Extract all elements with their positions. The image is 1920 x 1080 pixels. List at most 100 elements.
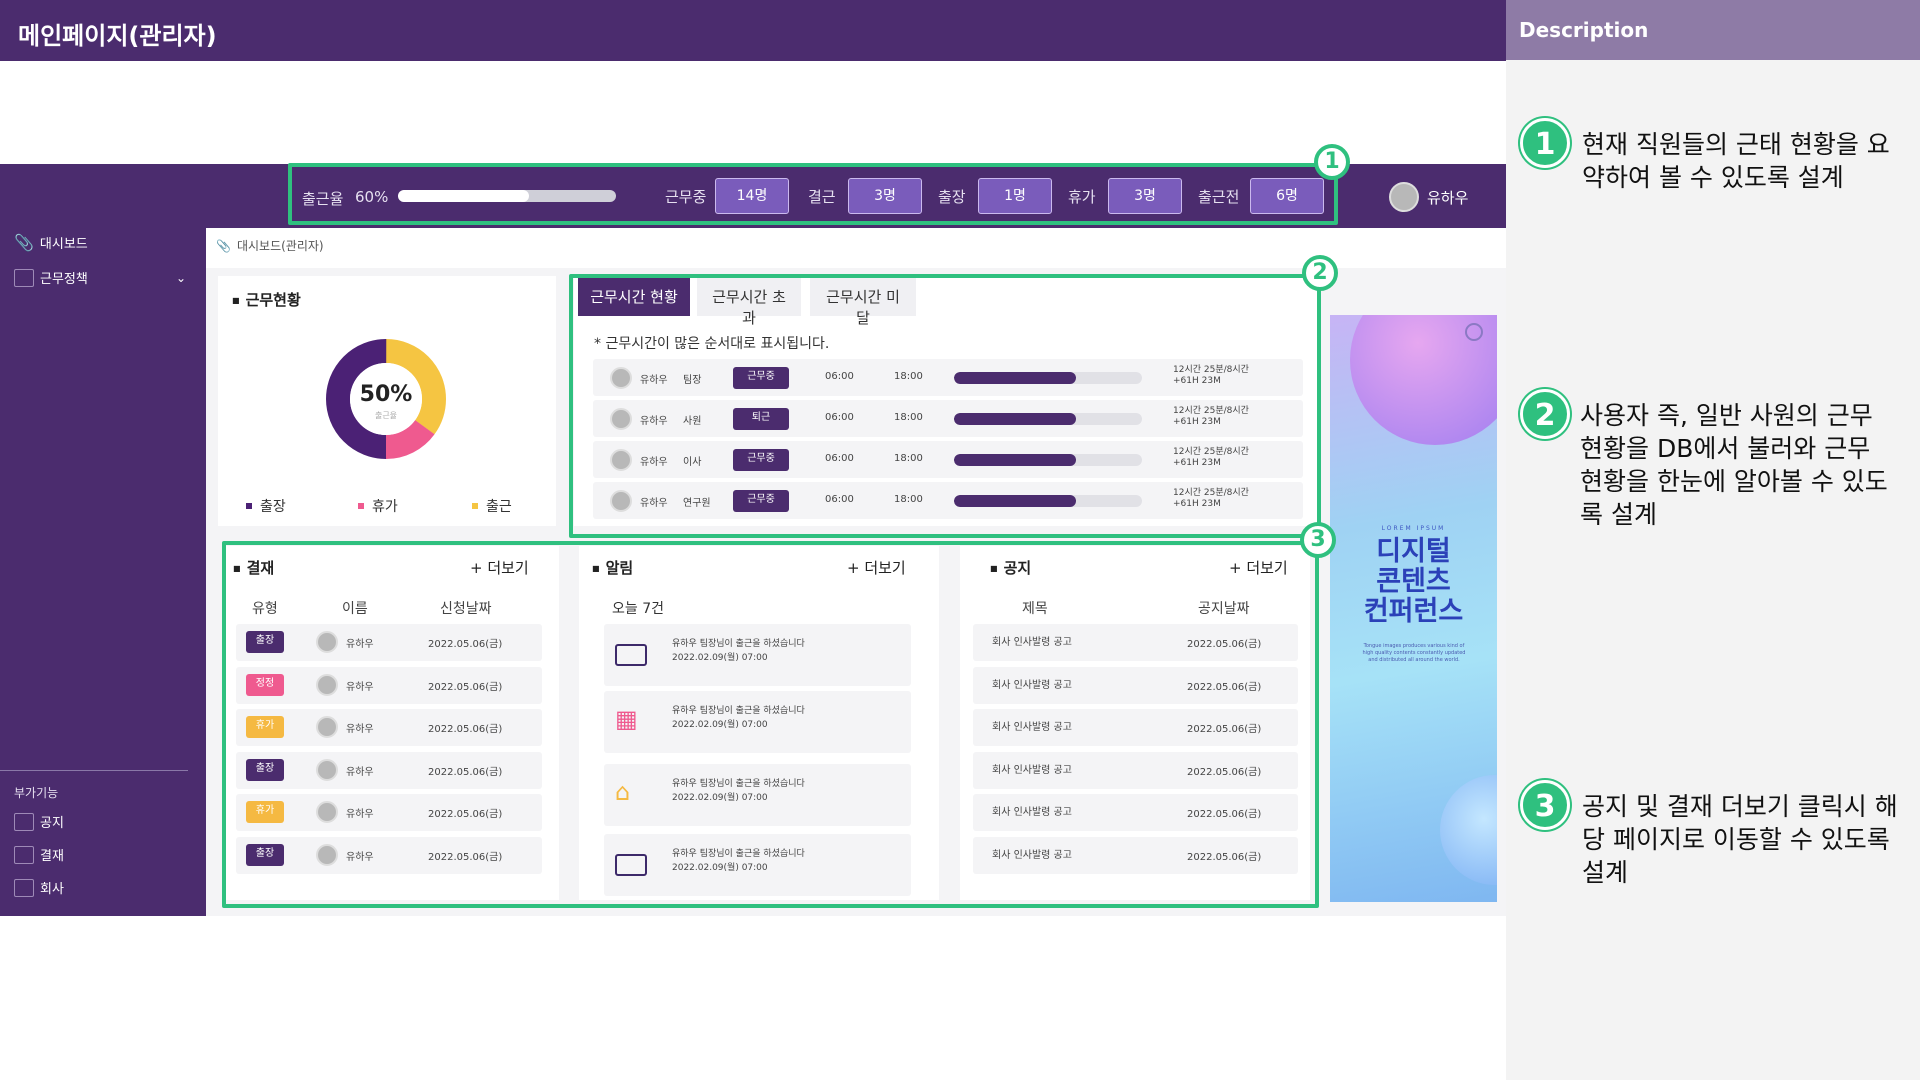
type-badge: 출장 xyxy=(246,758,284,781)
alert-text: 유하우 팀장님이 출근을 하셨습니다 xyxy=(672,639,805,649)
summary-value-box[interactable]: 6명 xyxy=(1250,178,1324,214)
apply-date: 2022.05.06(금) xyxy=(428,766,503,778)
avatar xyxy=(610,367,632,389)
user-name[interactable]: 유하우 xyxy=(1427,187,1468,208)
start-time: 06:00 xyxy=(825,453,854,464)
presentation-icon xyxy=(14,268,34,287)
sidebar-item-notice[interactable]: 공지 xyxy=(14,812,64,831)
summary-label[interactable]: 휴가 xyxy=(1068,186,1096,207)
work-progress-fill xyxy=(954,413,1077,425)
annotation-number-3: 3 xyxy=(1300,522,1336,558)
work-hours: 12시간 25분/8시간 xyxy=(1173,447,1249,457)
work-progress-bar xyxy=(954,495,1142,507)
avatar xyxy=(610,408,632,430)
description-text-1: 현재 직원들의 근태 현황을 요약하여 볼 수 있도록 설계 xyxy=(1582,130,1890,192)
alert-text: 유하우 팀장님이 출근을 하셨습니다 xyxy=(672,849,805,859)
work-progress-bar xyxy=(954,454,1142,466)
alert-time: 2022.02.09(월) 07:00 xyxy=(672,653,768,663)
apply-date: 2022.05.06(금) xyxy=(428,851,503,863)
type-badge: 정정 xyxy=(246,673,284,696)
description-text-2: 사용자 즉, 일반 사원의 근무 현황을 DB에서 불러와 근무 현황을 한눈에… xyxy=(1580,401,1888,529)
work-extra: +61H 23M xyxy=(1173,376,1221,386)
employee-position: 연구원 xyxy=(683,498,711,509)
applicant-name: 유하우 xyxy=(346,681,374,693)
banner-caption: Tongue images produces various kind of h… xyxy=(1362,643,1466,663)
avatar xyxy=(316,843,338,866)
alert-time: 2022.02.09(월) 07:00 xyxy=(672,720,768,730)
notice-row-title: 회사 인사발령 공고 xyxy=(992,807,1072,818)
sidebar-item-label: 결재 xyxy=(40,849,64,864)
work-extra: +61H 23M xyxy=(1173,499,1221,509)
start-time: 06:00 xyxy=(825,494,854,505)
tab-2[interactable]: 근무시간 미달 xyxy=(810,278,916,327)
apply-date: 2022.05.06(금) xyxy=(428,681,503,693)
notice-row-date: 2022.05.06(금) xyxy=(1187,766,1262,778)
paperclip-icon: 📎 xyxy=(216,238,231,253)
notice-row-date: 2022.05.06(금) xyxy=(1187,809,1262,820)
sidebar-item-company[interactable]: 회사 xyxy=(14,878,64,897)
breadcrumb: 📎 대시보드(관리자) xyxy=(216,237,324,254)
status-badge: 퇴근 xyxy=(733,408,789,430)
user-avatar[interactable] xyxy=(1389,182,1419,212)
summary-value-box[interactable]: 3명 xyxy=(1108,178,1182,214)
conference-banner[interactable]: LOREM IPSUM 디지털 콘텐츠 컨퍼런스 Tongue images p… xyxy=(1330,315,1497,902)
summary-value-box[interactable]: 3명 xyxy=(848,178,922,214)
work-progress-fill xyxy=(954,372,1077,384)
notice-row-date: 2022.05.06(금) xyxy=(1187,681,1262,693)
employee-name: 유하우 xyxy=(640,416,668,427)
description-panel xyxy=(1506,60,1920,1080)
legend-swatch xyxy=(246,503,252,509)
notice-row-title: 회사 인사발령 공고 xyxy=(992,679,1072,691)
end-time: 18:00 xyxy=(894,412,923,423)
summary-label[interactable]: 결근 xyxy=(808,186,836,207)
legend-item: 휴가 xyxy=(358,496,398,516)
banner-logo-icon xyxy=(1465,323,1483,341)
work-hours: 12시간 25분/8시간 xyxy=(1173,365,1249,375)
sidebar-item-label: 회사 xyxy=(40,882,64,897)
briefcase-icon xyxy=(615,854,647,876)
apply-date: 2022.05.06(금) xyxy=(428,639,503,650)
page-title: 메인페이지(관리자) xyxy=(0,0,1506,61)
sidebar-divider xyxy=(0,770,188,771)
banner-title: 디지털 콘텐츠 컨퍼런스 xyxy=(1330,537,1497,627)
tab-1[interactable]: 근무시간 초과 xyxy=(697,278,801,327)
work-status-title: 근무현황 xyxy=(232,289,301,310)
sidebar-item-label: 대시보드 xyxy=(39,237,88,252)
type-badge: 출장 xyxy=(246,631,284,653)
sidebar-item-dashboard[interactable]: 📎 대시보드 xyxy=(14,233,88,252)
alert-text: 유하우 팀장님이 출근을 하셨습니다 xyxy=(672,779,805,789)
description-number-2: 2 xyxy=(1520,389,1570,439)
home-icon: ⌂ xyxy=(615,778,631,806)
sidebar-item-label: 공지 xyxy=(40,816,64,831)
status-badge: 근무중 xyxy=(733,367,789,389)
end-time: 18:00 xyxy=(894,453,923,464)
clipboard-icon xyxy=(14,845,34,864)
banner-orb xyxy=(1440,775,1497,885)
sidebar-item-work-policy[interactable]: 근무정책 ⌄ xyxy=(14,268,186,287)
notice-row-title: 회사 인사발령 공고 xyxy=(992,637,1072,648)
notice-row-title: 회사 인사발령 공고 xyxy=(992,722,1072,733)
summary-label[interactable]: 근무중 xyxy=(665,186,706,207)
start-time: 06:00 xyxy=(825,371,854,382)
start-time: 06:00 xyxy=(825,412,854,423)
notice-row-date: 2022.05.06(금) xyxy=(1187,639,1262,650)
legend-label: 출장 xyxy=(260,499,286,515)
applicant-name: 유하우 xyxy=(346,724,374,735)
summary-label[interactable]: 출근전 xyxy=(1198,186,1239,207)
legend-swatch xyxy=(472,503,478,509)
summary-label[interactable]: 출장 xyxy=(938,186,966,207)
summary-value-box[interactable]: 14명 xyxy=(715,178,789,214)
chevron-down-icon[interactable]: ⌄ xyxy=(176,271,186,285)
summary-value-box[interactable]: 1명 xyxy=(978,178,1052,214)
tab-0[interactable]: 근무시간 현황 xyxy=(578,278,690,316)
avatar xyxy=(316,801,338,823)
sidebar-extra-title: 부가기능 xyxy=(14,786,59,800)
avatar xyxy=(316,631,338,653)
banner-top: LOREM IPSUM xyxy=(1381,525,1446,532)
sidebar-item-approval[interactable]: 결재 xyxy=(14,845,64,864)
work-progress-fill xyxy=(954,454,1077,466)
status-badge: 근무중 xyxy=(733,490,789,512)
applicant-name: 유하우 xyxy=(346,639,374,650)
legend-label: 출근 xyxy=(486,499,512,515)
work-progress-bar xyxy=(954,372,1142,384)
